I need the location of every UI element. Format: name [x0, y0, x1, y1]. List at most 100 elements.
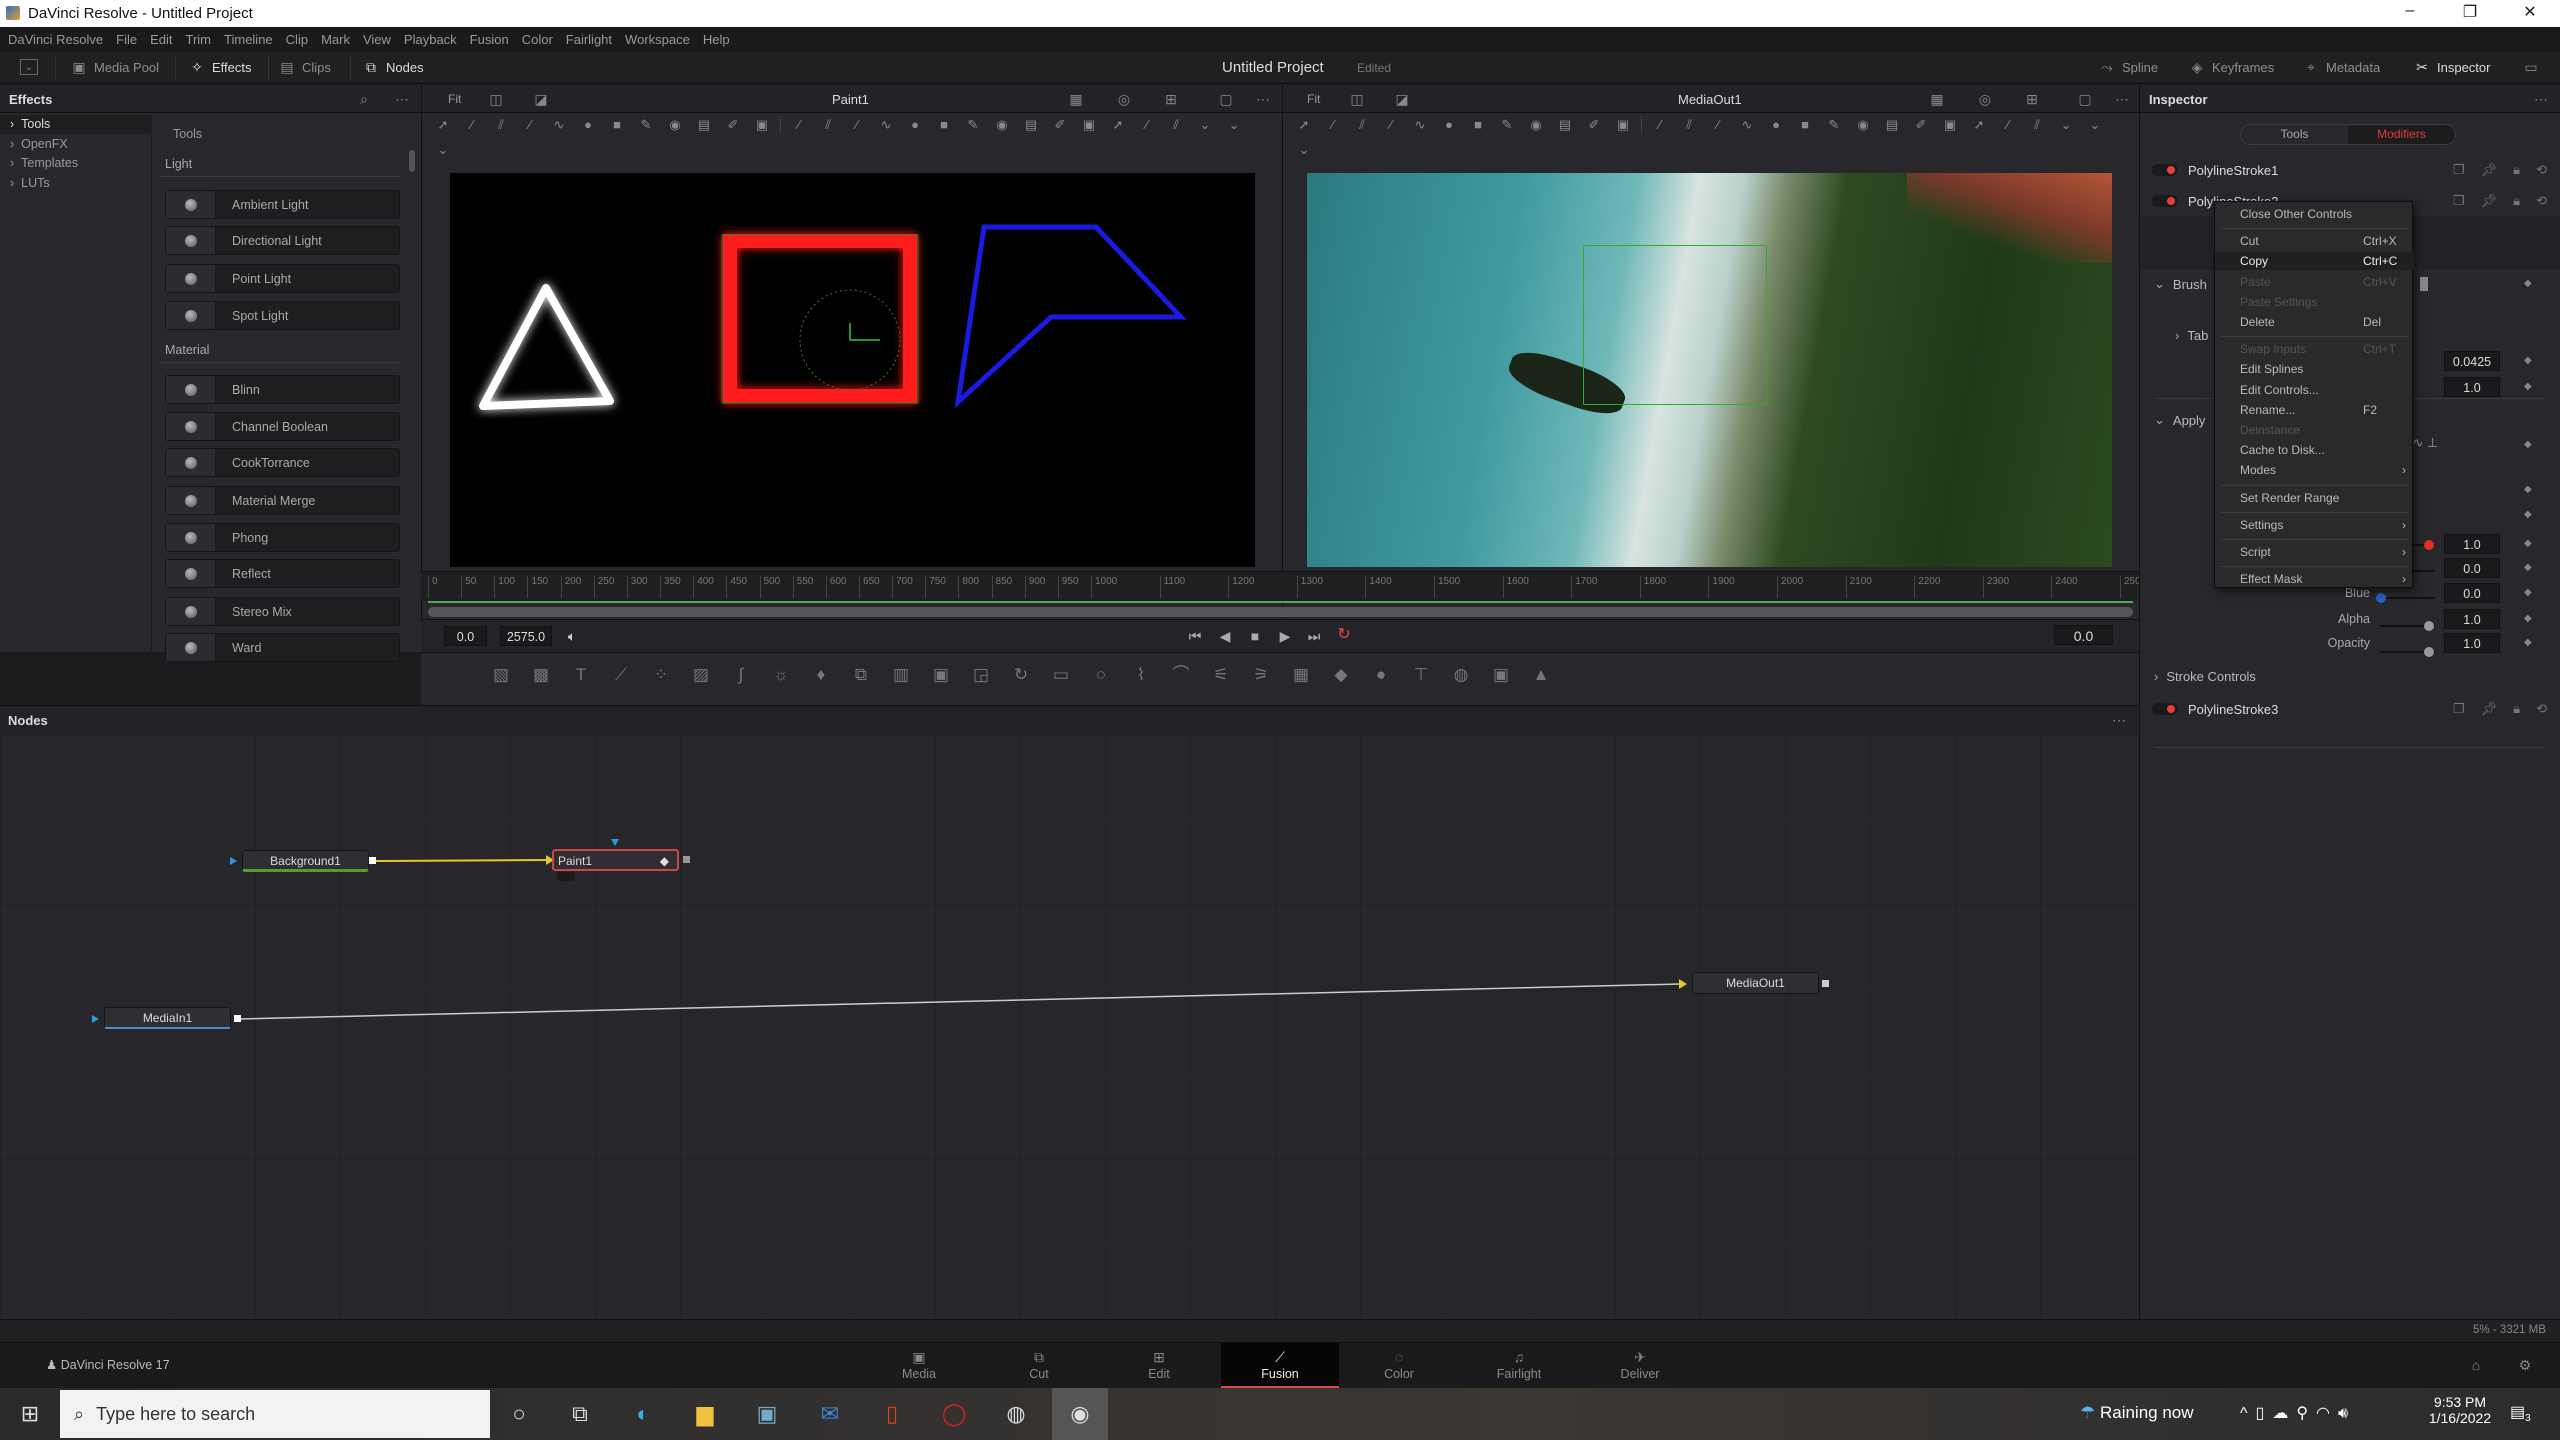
spline-button[interactable]: ⤳ Spline: [2098, 59, 2158, 75]
versions-icon[interactable]: ❐: [2453, 193, 2465, 209]
done-icon[interactable]: ●: [904, 117, 926, 133]
roi-icon[interactable]: ◪: [532, 91, 550, 107]
circle-icon[interactable]: ●: [577, 117, 599, 133]
reset-icon[interactable]: ⟲: [2536, 193, 2547, 209]
channels-icon[interactable]: ◎: [1976, 91, 1994, 107]
reduce-points-icon[interactable]: ⫽: [1165, 117, 1187, 133]
reset-icon[interactable]: ⟲: [2536, 162, 2547, 178]
tab-modifiers[interactable]: Modifiers: [2348, 125, 2455, 144]
page-fusion[interactable]: ⟋ Fusion: [1221, 1343, 1339, 1389]
versions-icon[interactable]: ❐: [2453, 701, 2465, 717]
multistroke-icon[interactable]: ⁄: [1322, 117, 1344, 133]
current-time-field[interactable]: 0.0: [2054, 625, 2113, 645]
zoom-fit-dropdown[interactable]: Fit: [448, 92, 461, 106]
square-stroke[interactable]: [723, 234, 917, 403]
menu-item-settings[interactable]: Settings ›: [2215, 516, 2414, 534]
pin-icon[interactable]: 📌︎: [2481, 162, 2498, 178]
delete-point-icon[interactable]: ⁄: [1997, 117, 2019, 133]
end-time-field[interactable]: 2575.0: [500, 626, 552, 646]
roi-icon[interactable]: ◪: [1393, 91, 1411, 107]
merge3d-tool-icon[interactable]: ●: [1369, 666, 1393, 683]
paint-tool-icon[interactable]: ⟋: [609, 666, 633, 683]
lut-icon[interactable]: ▦: [1067, 91, 1085, 107]
single-view-icon[interactable]: ▢: [2076, 91, 2094, 107]
more-options-icon[interactable]: ⋯: [1254, 91, 1272, 107]
shape3d-tool-icon[interactable]: ◆: [1329, 666, 1353, 683]
keyframe-diamond-icon[interactable]: ◆: [2524, 562, 2532, 573]
menu-color[interactable]: Color: [522, 32, 553, 47]
zoom-fit-dropdown[interactable]: Fit: [1307, 92, 1320, 106]
menu-item-effect-mask[interactable]: Effect Mask ›: [2215, 570, 2414, 588]
stroke-style-dropdown-icon[interactable]: ⌄: [2055, 117, 2077, 133]
keyframe-diamond-icon[interactable]: ◆: [2524, 637, 2532, 648]
slider-knob[interactable]: [2376, 593, 2386, 603]
stroke-icon[interactable]: ∕: [1380, 117, 1402, 133]
node-mediain1[interactable]: MediaIn1: [104, 1007, 231, 1029]
davinci-resolve-taskbar-icon[interactable]: ◉: [1052, 1388, 1108, 1440]
color-corrector-tool-icon[interactable]: ▨: [689, 666, 713, 683]
rectangle-icon[interactable]: ■: [1467, 117, 1489, 133]
file-explorer-icon[interactable]: ▆: [685, 1396, 725, 1432]
slider-knob[interactable]: [2423, 647, 2434, 657]
rectangle-icon[interactable]: ■: [606, 117, 628, 133]
clock[interactable]: 9:53 PM 1/16/2022: [2425, 1394, 2495, 1426]
blur-tool-icon[interactable]: ♦: [809, 666, 833, 683]
output-port[interactable]: [369, 857, 376, 864]
insert-point-icon[interactable]: ∕: [846, 117, 868, 133]
circle-icon[interactable]: ●: [1438, 117, 1460, 133]
stroke-style-dropdown-icon[interactable]: ⌄: [1194, 117, 1216, 133]
brush-size-field[interactable]: 0.0425: [2444, 351, 2500, 371]
output-port[interactable]: [1822, 980, 1829, 987]
effect-phong[interactable]: Phong: [165, 523, 400, 552]
color-value-field[interactable]: 0.0: [2444, 583, 2500, 603]
show-key-points-icon[interactable]: ▣: [1078, 117, 1100, 133]
lock-icon[interactable]: 🔒︎: [2513, 193, 2520, 209]
menu-item-set-render-range[interactable]: Set Render Range: [2215, 489, 2414, 507]
brush-softness-field[interactable]: 1.0: [2444, 377, 2500, 397]
show-key-points-icon[interactable]: ▣: [1939, 117, 1961, 133]
wire-removal-icon[interactable]: ▤: [1554, 117, 1576, 133]
menu-workspace[interactable]: Workspace: [625, 32, 690, 47]
stroke-icon[interactable]: ∕: [519, 117, 541, 133]
fill-icon[interactable]: ◉: [664, 117, 686, 133]
task-view-icon[interactable]: ⧉: [560, 1396, 600, 1432]
select-all-icon[interactable]: ▤: [1881, 117, 1903, 133]
select-points-icon[interactable]: ➚: [1107, 117, 1129, 133]
edit-polyline-icon[interactable]: ⫽: [817, 117, 839, 133]
renderer3d-tool-icon[interactable]: ▣: [1489, 666, 1513, 683]
erase-icon[interactable]: ✐: [1583, 117, 1605, 133]
keyframe-diamond-icon[interactable]: ◆: [2524, 538, 2532, 549]
page-edit[interactable]: ⊞ Edit: [1100, 1343, 1218, 1389]
modify-only-icon[interactable]: ∿: [1736, 117, 1758, 133]
effect-directional-light[interactable]: Directional Light: [165, 226, 400, 255]
keyframe-diamond-icon[interactable]: ◆: [2524, 613, 2532, 624]
closed-icon[interactable]: ■: [933, 117, 955, 133]
rectangle-mask-tool-icon[interactable]: ▭: [1049, 666, 1073, 683]
keyframe-icon[interactable]: ✐: [1910, 117, 1932, 133]
paint-mode-dropdown-icon[interactable]: ⌄: [1293, 142, 1315, 158]
office-icon[interactable]: ▯: [872, 1396, 912, 1432]
color-slider[interactable]: [2376, 593, 2435, 603]
modify-only-icon[interactable]: ∿: [875, 117, 897, 133]
more-options-icon[interactable]: ⋯: [2110, 712, 2128, 728]
channels-icon[interactable]: ◎: [1115, 91, 1133, 107]
inspector-button[interactable]: ✂ Inspector: [2413, 59, 2490, 75]
page-deliver[interactable]: ✈ Deliver: [1581, 1343, 1699, 1389]
grid-icon[interactable]: ⊞: [1162, 91, 1180, 107]
smooth-linear-icon[interactable]: ✎: [1823, 117, 1845, 133]
node-graph[interactable]: Background1 Paint1 ◆ MediaIn1 MediaOut1: [0, 734, 2139, 1320]
polygon-mask-tool-icon[interactable]: ⌇: [1129, 666, 1153, 683]
start-time-field[interactable]: 0.0: [444, 626, 487, 646]
color-curves-tool-icon[interactable]: ∫: [729, 666, 753, 683]
draw-append-icon[interactable]: ⁄: [1649, 117, 1671, 133]
maximize-button[interactable]: ❐: [2450, 2, 2490, 22]
tracker-tool-icon[interactable]: ⚟: [1209, 666, 1233, 683]
stamp-icon[interactable]: ▣: [1612, 117, 1634, 133]
planar-tracker-tool-icon[interactable]: ⚞: [1249, 666, 1273, 683]
fullscreen-button[interactable]: ▭: [2522, 59, 2540, 75]
closed-icon[interactable]: ■: [1794, 117, 1816, 133]
matte-control-tool-icon[interactable]: ▣: [929, 666, 953, 683]
select-icon[interactable]: ➚: [1293, 117, 1315, 133]
color-value-field[interactable]: 1.0: [2444, 633, 2500, 653]
effect-material-merge[interactable]: Material Merge: [165, 486, 400, 515]
